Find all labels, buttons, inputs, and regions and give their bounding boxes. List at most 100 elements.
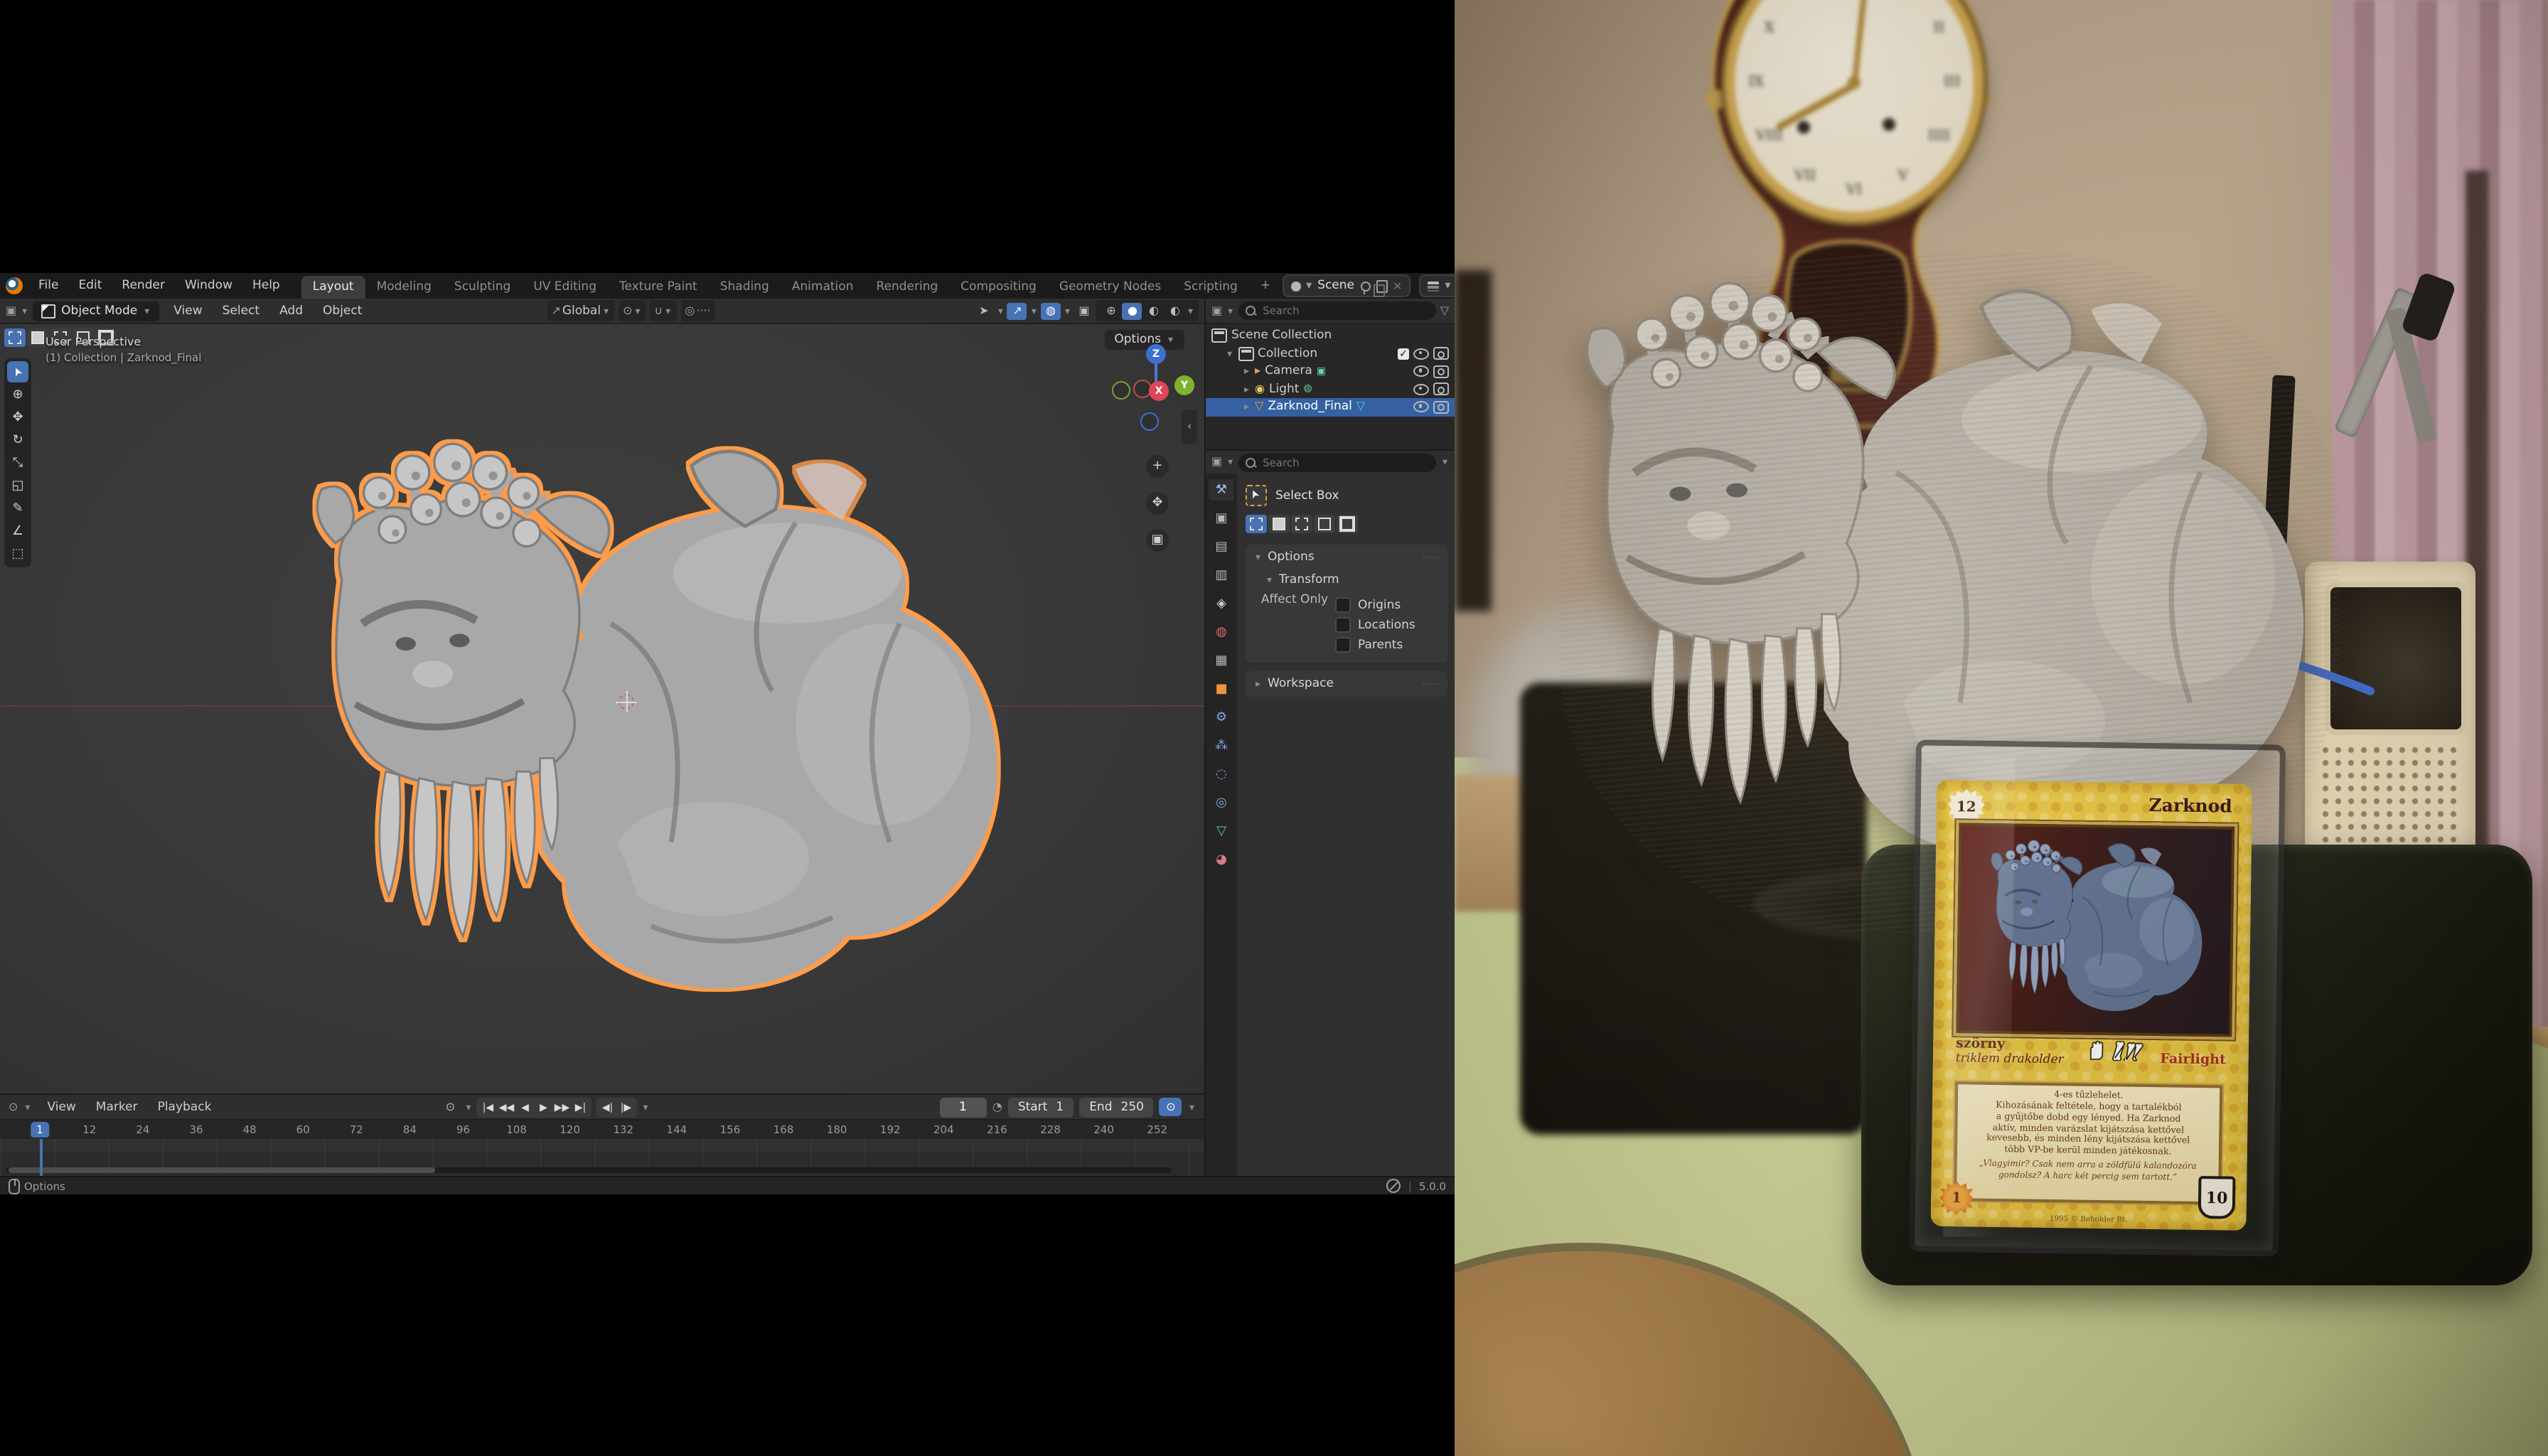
tab-output[interactable]: ▤: [1209, 536, 1234, 557]
overlays-toggle[interactable]: ◍: [1041, 302, 1061, 319]
add-workspace-button[interactable]: +: [1252, 276, 1279, 296]
frame-back-button[interactable]: ◀|: [599, 1098, 616, 1115]
tool-move[interactable]: ✥: [7, 407, 28, 428]
workspace-tab[interactable]: Geometry Nodes: [1048, 276, 1172, 299]
proportional-edit[interactable]: ◎····: [680, 300, 714, 321]
chevron-down-icon[interactable]: ▾: [1030, 305, 1038, 316]
eye-icon[interactable]: [1413, 366, 1429, 378]
eye-icon[interactable]: [1413, 384, 1429, 395]
transform-subpanel-header[interactable]: ▾ Transform: [1265, 573, 1439, 587]
workspace-tab[interactable]: UV Editing: [522, 276, 608, 299]
frame-end-field[interactable]: End 250: [1079, 1097, 1154, 1117]
zoom-button[interactable]: +: [1146, 455, 1169, 478]
shading-wireframe-button[interactable]: ⊕: [1101, 302, 1121, 319]
menu-item[interactable]: Window: [175, 276, 242, 296]
select-mode-subtract[interactable]: [1291, 515, 1312, 533]
tool-annotate[interactable]: ✎: [7, 498, 28, 519]
checkbox[interactable]: [1335, 597, 1351, 613]
chevron-down-icon[interactable]: ▾: [23, 1101, 31, 1113]
tab-constraints[interactable]: ◎: [1209, 792, 1234, 813]
checkbox-row[interactable]: Parents: [1335, 637, 1415, 653]
copy-icon[interactable]: [1376, 279, 1387, 292]
timeline-menu-item[interactable]: Playback: [148, 1097, 222, 1117]
gizmos-toggle[interactable]: ↗: [1007, 302, 1027, 319]
workspace-tab[interactable]: Shading: [709, 276, 781, 299]
shading-material-button[interactable]: ◐: [1144, 302, 1164, 319]
snap-controls[interactable]: ∪▾: [651, 300, 677, 321]
chevron-down-icon[interactable]: ▾: [1441, 456, 1449, 468]
timeline-tracks[interactable]: [0, 1139, 1204, 1176]
checkbox[interactable]: [1335, 637, 1351, 653]
gizmo-neg-y-axis[interactable]: [1112, 381, 1130, 400]
tab-scene[interactable]: ◈: [1209, 593, 1234, 614]
sidebar-collapse-arrow[interactable]: ‹: [1182, 410, 1197, 444]
tab-object[interactable]: ■: [1209, 678, 1234, 700]
orientation-selector[interactable]: ↗ Global ▾: [547, 300, 614, 321]
tool-cursor[interactable]: ⊕: [7, 384, 28, 405]
tool-measure[interactable]: ∠: [7, 520, 28, 542]
select-mode-extend[interactable]: [1268, 515, 1290, 533]
tool-scale[interactable]: ⤡: [7, 452, 28, 473]
timeline-menu-item[interactable]: View: [37, 1097, 85, 1117]
current-frame-field[interactable]: 1: [939, 1097, 987, 1117]
chevron-down-icon[interactable]: ▾: [997, 305, 1005, 316]
outliner-display-mode-icon[interactable]: ▣: [1211, 305, 1222, 316]
tab-material[interactable]: ◕: [1209, 849, 1234, 870]
gizmo-z-axis[interactable]: Z: [1146, 344, 1166, 364]
menu-item[interactable]: File: [28, 276, 68, 296]
timeline-menu-item[interactable]: Marker: [86, 1097, 148, 1117]
show-only-selected-toggle[interactable]: ➤: [974, 302, 994, 319]
tab-particles[interactable]: ⁂: [1209, 735, 1234, 756]
gizmo-y-axis[interactable]: Y: [1174, 375, 1194, 395]
properties-search[interactable]: [1238, 453, 1437, 471]
grip-icon[interactable]: ····: [1423, 679, 1439, 689]
camera-toggle-icon[interactable]: [1433, 383, 1449, 396]
eye-icon[interactable]: [1413, 402, 1429, 413]
outliner-row-light[interactable]: ▸ ◉ Light ◍: [1206, 380, 1455, 398]
select-mode-new[interactable]: [1246, 515, 1267, 533]
chevron-down-icon[interactable]: ▾: [1445, 280, 1450, 291]
zarknod-model[interactable]: [291, 410, 1031, 1066]
workspace-tab[interactable]: Scripting: [1172, 276, 1249, 299]
chevron-down-icon[interactable]: ▾: [1306, 280, 1312, 291]
chevron-down-icon[interactable]: ▾: [641, 1101, 649, 1113]
chevron-down-icon[interactable]: ▾: [1226, 305, 1234, 316]
expand-icon[interactable]: ▾: [1226, 348, 1233, 360]
viewport-menu-item[interactable]: Select: [213, 301, 269, 321]
mode-selector[interactable]: Object Mode ▾: [33, 301, 159, 321]
expand-icon[interactable]: ▸: [1243, 402, 1251, 413]
checkbox-row[interactable]: Origins: [1335, 597, 1415, 613]
timeline-scrollbar[interactable]: [6, 1167, 1172, 1173]
tab-view-layer[interactable]: ▥: [1209, 564, 1234, 586]
camera-view-button[interactable]: ▣: [1146, 529, 1169, 552]
options-panel-header[interactable]: ▾ Options ····: [1254, 550, 1439, 564]
expand-icon[interactable]: ▸: [1243, 366, 1251, 378]
checkbox[interactable]: [1335, 617, 1351, 633]
tool-select-box[interactable]: ➤: [7, 361, 28, 382]
jump-to-end-button[interactable]: ▶|: [572, 1098, 589, 1115]
select-mode-invert[interactable]: [1314, 515, 1335, 533]
eye-icon[interactable]: [1413, 348, 1429, 360]
next-keyframe-button[interactable]: ▶▶: [553, 1098, 570, 1115]
timeline-editor-icon[interactable]: ⊙: [9, 1101, 18, 1113]
chevron-down-icon[interactable]: ▾: [464, 1101, 472, 1113]
tab-world[interactable]: ◍: [1209, 621, 1234, 643]
tab-data[interactable]: ▽: [1209, 820, 1234, 842]
blender-logo-icon[interactable]: [6, 277, 23, 294]
shading-rendered-button[interactable]: ◐: [1165, 302, 1185, 319]
workspace-tab[interactable]: Layout: [301, 276, 365, 299]
select-mode-new[interactable]: [4, 328, 26, 347]
outliner-row-scene-collection[interactable]: Scene Collection: [1206, 327, 1455, 345]
outliner-row-collection[interactable]: ▾ Collection ✓: [1206, 345, 1455, 363]
tab-collection[interactable]: ▦: [1209, 650, 1234, 671]
properties-search-input[interactable]: [1260, 454, 1430, 470]
frame-range-fields[interactable]: Start 1: [1008, 1097, 1074, 1117]
properties-editor-icon[interactable]: ▣: [1211, 456, 1222, 468]
workspace-tab[interactable]: Sculpting: [443, 276, 522, 299]
checkbox-icon[interactable]: ✓: [1398, 348, 1409, 360]
scene-selector[interactable]: ▾ Scene ✕: [1282, 274, 1410, 297]
outliner-search-input[interactable]: [1260, 303, 1429, 318]
tab-modifiers[interactable]: ⚙: [1209, 707, 1234, 728]
viewport-menu-item[interactable]: Object: [313, 301, 372, 321]
workspace-panel-header[interactable]: ▸ Workspace ····: [1254, 677, 1439, 691]
